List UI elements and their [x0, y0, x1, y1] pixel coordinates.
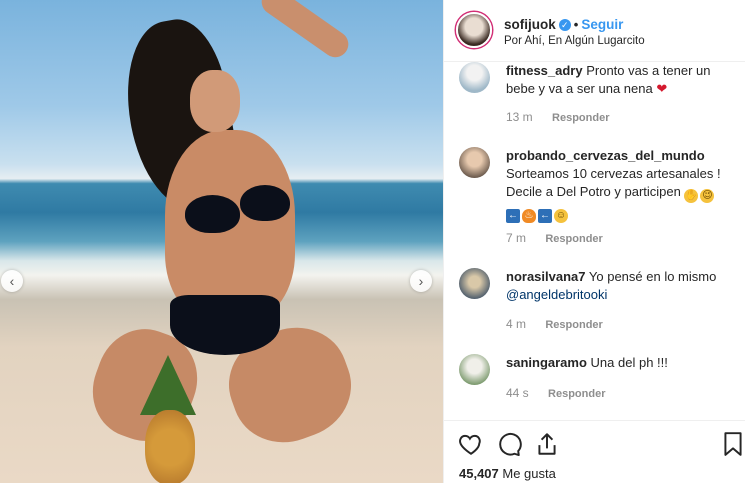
photo-pineapple-leaves: [140, 355, 196, 415]
comment-meta: 4 m Responder: [506, 317, 603, 331]
author-name-row: sofijuok ✓ • Seguir: [504, 17, 623, 32]
comment-content: Yo pensé en lo mismo: [588, 269, 717, 284]
verified-badge-icon: ✓: [558, 19, 571, 31]
bookmark-icon[interactable]: [722, 431, 744, 457]
commenter-avatar[interactable]: [459, 268, 490, 299]
post-actions-bar: 45,407 Me gusta: [444, 420, 745, 483]
photo-arm: [256, 0, 354, 63]
comment-text: fitness_adry Pronto vas a tener un bebe …: [506, 62, 738, 98]
author-avatar[interactable]: [456, 12, 492, 48]
likes-count[interactable]: 45,407 Me gusta: [459, 466, 556, 481]
commenter-avatar[interactable]: [459, 147, 490, 178]
separator-dot: •: [573, 17, 579, 32]
comment-username[interactable]: fitness_adry: [506, 63, 583, 78]
heart-outline-icon[interactable]: [458, 431, 484, 457]
author-username[interactable]: sofijuok: [504, 17, 556, 32]
comment-username[interactable]: norasilvana7: [506, 269, 586, 284]
comment-time: 44 s: [506, 386, 529, 400]
fire-emoji-icon: ♨: [522, 209, 536, 223]
grin-emoji-icon: ☺: [554, 209, 568, 223]
comment-username[interactable]: probando_cervezas_del_mundo: [506, 148, 705, 163]
comment-username[interactable]: saningaramo: [506, 355, 587, 370]
arrow-left-emoji-icon: ←: [506, 209, 520, 223]
commenter-avatar[interactable]: [459, 354, 490, 385]
comment-meta: 44 s Responder: [506, 386, 606, 400]
comment-time: 13 m: [506, 110, 533, 124]
comment-time: 4 m: [506, 317, 527, 331]
photo-bikini-top-right: [240, 185, 290, 221]
comment-text: norasilvana7 Yo pensé en lo mismo @angel…: [506, 268, 738, 304]
reply-button[interactable]: Responder: [545, 319, 602, 331]
heart-emoji-icon: ❤: [656, 81, 668, 96]
photo-bikini-bottom: [170, 295, 280, 355]
post-photo[interactable]: [0, 0, 443, 483]
photo-face: [190, 70, 240, 132]
comment-bubble-icon[interactable]: [496, 431, 522, 457]
comments-list[interactable]: fitness_adry Pronto vas a tener un bebe …: [444, 62, 745, 420]
follow-button[interactable]: Seguir: [581, 17, 623, 32]
share-upload-icon[interactable]: [534, 431, 560, 457]
reply-button[interactable]: Responder: [545, 233, 602, 245]
reply-button[interactable]: Responder: [548, 388, 605, 400]
post-sidebar: sofijuok ✓ • Seguir Por Ahí, En Algún Lugar…: [443, 0, 745, 483]
comment-meta: 13 m Responder: [506, 110, 610, 124]
next-photo-button[interactable]: ›: [410, 270, 432, 292]
prev-photo-button[interactable]: ‹: [1, 270, 23, 292]
photo-pineapple: [145, 410, 195, 483]
comment-content: Una del ph !!!: [590, 355, 668, 370]
post-location[interactable]: Por Ahí, En Algún Lugarcito: [504, 35, 645, 47]
likes-number: 45,407: [459, 466, 499, 481]
comment-text: saningaramo Una del ph !!!: [506, 354, 738, 372]
likes-label: Me gusta: [502, 466, 556, 481]
reply-button[interactable]: Responder: [552, 112, 609, 124]
wink-emoji-icon: 😉: [700, 189, 715, 203]
arrow-left-emoji-icon: ←: [538, 209, 552, 223]
clapping-emoji-icon: ✋: [684, 189, 699, 203]
comment-time: 7 m: [506, 231, 527, 245]
photo-bikini-top-left: [185, 195, 240, 233]
comment-text: probando_cervezas_del_mundo Sorteamos 10…: [506, 147, 738, 223]
comment-mention-link[interactable]: @angeldebritooki: [506, 287, 607, 302]
commenter-avatar[interactable]: [459, 62, 490, 93]
comment-meta: 7 m Responder: [506, 231, 603, 245]
post-header: sofijuok ✓ • Seguir Por Ahí, En Algún Lugar…: [444, 0, 745, 62]
